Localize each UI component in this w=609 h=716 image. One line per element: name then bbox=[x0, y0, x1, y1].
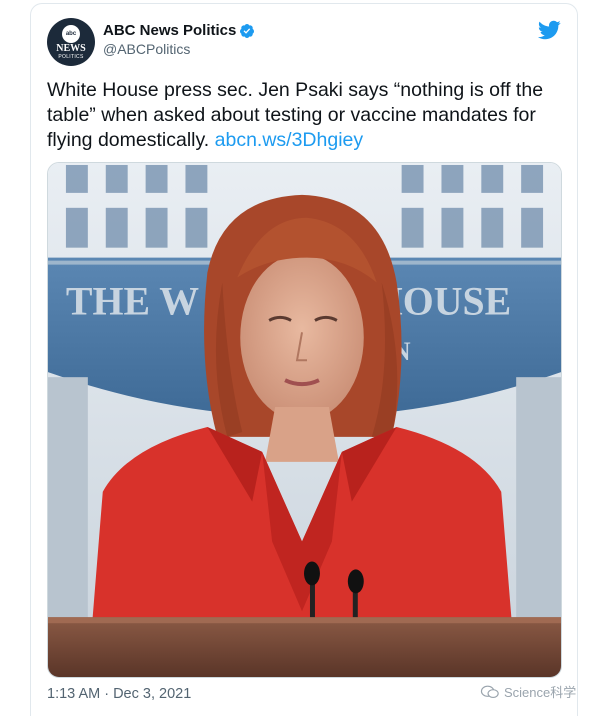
backdrop-text-left: THE W bbox=[66, 278, 199, 323]
display-name-row[interactable]: ABC News Politics bbox=[103, 22, 255, 39]
handle[interactable]: @ABCPolitics bbox=[103, 41, 255, 57]
press-briefing-photo: THE W HOUSE ON bbox=[48, 163, 561, 677]
avatar[interactable]: abc NEWS POLITICS bbox=[47, 18, 95, 66]
display-name[interactable]: ABC News Politics bbox=[103, 22, 236, 39]
tweet-media-photo[interactable]: THE W HOUSE ON bbox=[47, 162, 562, 678]
watermark-text: Science科学 bbox=[504, 685, 577, 700]
author-names: ABC News Politics @ABCPolitics bbox=[103, 22, 255, 57]
tweet-card[interactable]: abc NEWS POLITICS ABC News Politics @ABC… bbox=[30, 3, 578, 716]
verified-badge-icon bbox=[240, 23, 255, 38]
tweet-link[interactable]: abcn.ws/3Dhgiey bbox=[215, 129, 364, 151]
avatar-logo-abc: abc bbox=[62, 24, 80, 43]
tweet-text: White House press sec. Jen Psaki says “n… bbox=[47, 78, 567, 153]
tweet-header: abc NEWS POLITICS ABC News Politics @ABC… bbox=[47, 18, 561, 66]
tweet-timestamp[interactable]: 1:13 AM · Dec 3, 2021 bbox=[47, 686, 191, 702]
twitter-bird-icon[interactable] bbox=[537, 18, 561, 42]
watermark: Science科学 bbox=[480, 682, 576, 701]
wechat-icon bbox=[480, 685, 499, 698]
avatar-logo-news: NEWS bbox=[56, 42, 86, 54]
avatar-logo-politics: POLITICS bbox=[58, 53, 84, 60]
